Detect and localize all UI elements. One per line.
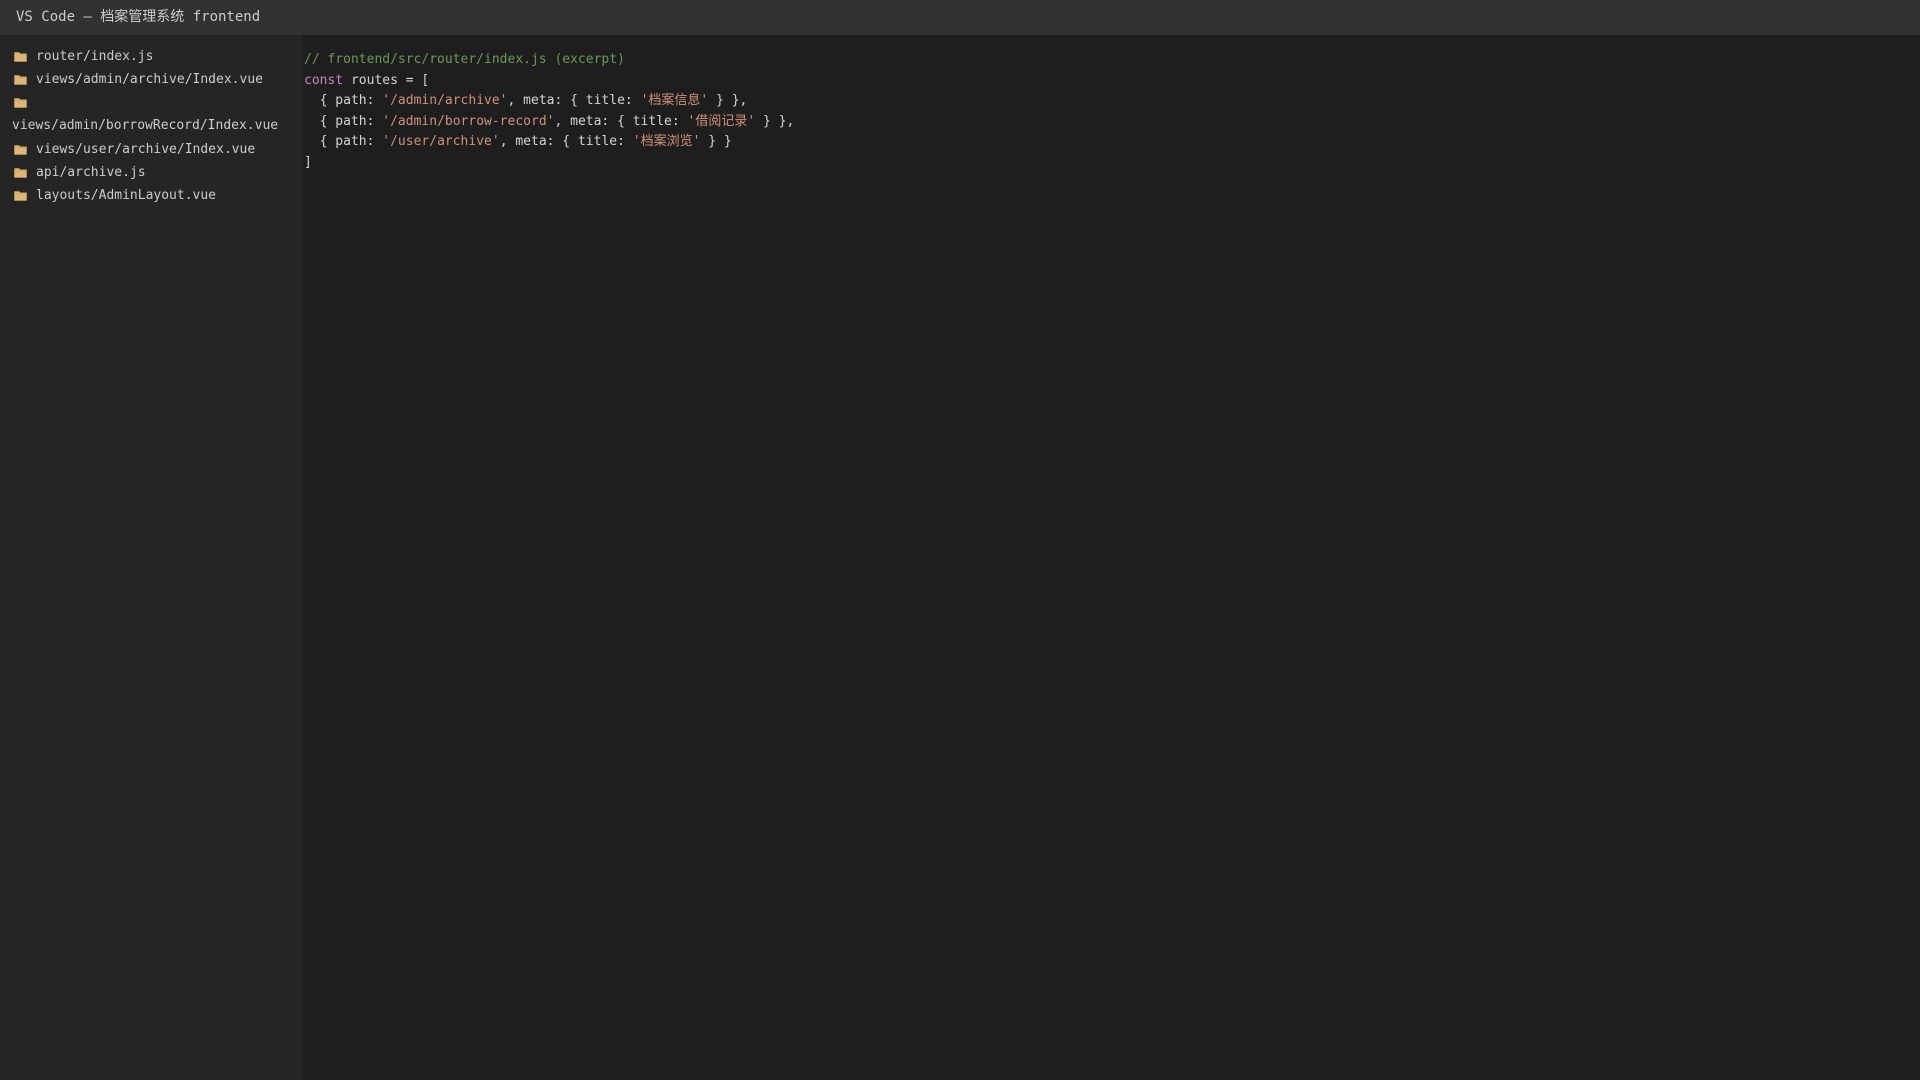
title-bar: VS Code — 档案管理系统 frontend	[0, 0, 1920, 35]
file-item-admin-borrow-record[interactable]: views/admin/borrowRecord/Index.vue	[12, 93, 284, 137]
code-text: , meta: { title:	[499, 134, 633, 149]
code-text: } },	[755, 113, 795, 129]
code-text: } },	[708, 93, 748, 108]
code-line-3: { path: '/admin/archive', meta: { title:…	[304, 91, 1920, 112]
code-text: ]	[304, 154, 312, 170]
code-string: '/admin/archive'	[382, 93, 508, 108]
code-line-6: ]	[304, 153, 1920, 174]
code-text: { path:	[304, 134, 383, 149]
code-text: , meta: { title:	[554, 113, 688, 129]
folder-icon	[14, 168, 27, 178]
code-text: } }	[700, 134, 732, 149]
code-text: { path:	[304, 93, 383, 108]
code-text: , meta: { title:	[507, 93, 641, 108]
code-line-5: { path: '/user/archive', meta: { title: …	[304, 132, 1920, 153]
code-editor[interactable]: // frontend/src/router/index.js (excerpt…	[304, 35, 1920, 1080]
code-comment: // frontend/src/router/index.js (excerpt…	[304, 52, 625, 67]
file-item-label: views/admin/borrowRecord/Index.vue	[12, 118, 279, 133]
folder-icon	[14, 191, 27, 201]
file-item-label: layouts/AdminLayout.vue	[36, 188, 217, 203]
code-string: '档案信息'	[640, 93, 709, 108]
file-item-admin-archive[interactable]: views/admin/archive/Index.vue	[12, 70, 284, 90]
file-item-label: api/archive.js	[36, 165, 146, 180]
file-explorer: router/index.js views/admin/archive/Inde…	[0, 35, 303, 1080]
file-item-label: views/admin/archive/Index.vue	[36, 72, 263, 87]
folder-icon	[14, 75, 27, 85]
code-keyword: const	[304, 72, 344, 88]
code-line-1: // frontend/src/router/index.js (excerpt…	[304, 50, 1920, 71]
vscode-window: VS Code — 档案管理系统 frontend router/index.j…	[0, 0, 1920, 1080]
code-string: '/admin/borrow-record'	[382, 113, 555, 129]
folder-icon	[14, 145, 27, 155]
file-item-label: router/index.js	[36, 49, 154, 64]
file-item-user-archive[interactable]: views/user/archive/Index.vue	[12, 140, 284, 160]
window-title: VS Code — 档案管理系统 frontend	[16, 9, 261, 25]
code-string: '/user/archive'	[382, 134, 500, 149]
code-text: { path:	[304, 113, 383, 129]
code-line-4: { path: '/admin/borrow-record', meta: { …	[304, 112, 1920, 133]
file-item-router-index[interactable]: router/index.js	[12, 47, 284, 67]
code-text: routes = [	[343, 72, 430, 88]
folder-icon	[14, 52, 27, 62]
file-item-api-archive[interactable]: api/archive.js	[12, 163, 284, 183]
file-item-label: views/user/archive/Index.vue	[36, 142, 256, 157]
code-string: '档案浏览'	[632, 134, 701, 149]
code-string: '借阅记录'	[687, 113, 756, 129]
folder-icon	[14, 98, 27, 108]
code-line-2: const routes = [	[304, 71, 1920, 92]
file-item-admin-layout[interactable]: layouts/AdminLayout.vue	[12, 186, 284, 206]
